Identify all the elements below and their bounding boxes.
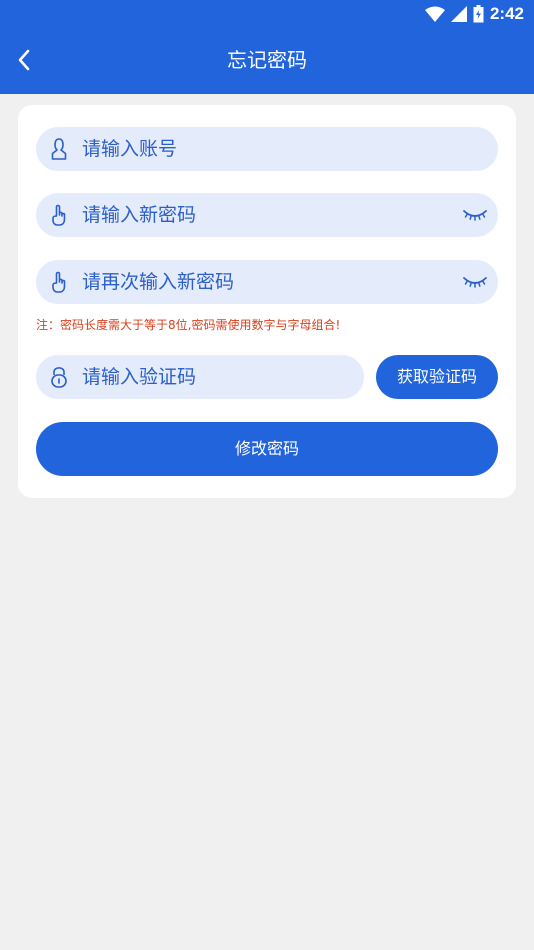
eye-closed-icon[interactable]	[462, 274, 488, 290]
form-card: 注：密码长度需大于等于8位,密码需使用数字与字母组合! 获取验证码 修改密码	[18, 105, 516, 498]
status-icons: 2:42	[424, 3, 524, 25]
signal-icon	[450, 6, 467, 22]
user-icon	[50, 137, 68, 161]
app-header: 2:42 忘记密码	[0, 0, 534, 94]
status-time: 2:42	[489, 4, 524, 23]
verification-code-input[interactable]	[82, 355, 348, 399]
change-password-button[interactable]: 修改密码	[36, 422, 498, 476]
account-field[interactable]	[36, 127, 498, 171]
new-password-input[interactable]	[82, 193, 448, 237]
password-hint: 注：密码长度需大于等于8位,密码需使用数字与字母组合!	[36, 318, 341, 332]
eye-closed-icon[interactable]	[462, 207, 488, 223]
confirm-password-input[interactable]	[82, 260, 448, 304]
battery-icon	[473, 5, 484, 23]
finger-icon	[50, 270, 68, 294]
lock-icon	[50, 365, 68, 389]
verification-code-field[interactable]	[36, 355, 364, 399]
finger-icon	[50, 203, 68, 227]
wifi-icon	[424, 6, 445, 22]
account-input[interactable]	[82, 127, 448, 171]
new-password-field[interactable]	[36, 193, 498, 237]
get-code-button[interactable]: 获取验证码	[376, 355, 498, 399]
confirm-password-field[interactable]	[36, 260, 498, 304]
page-title: 忘记密码	[227, 48, 307, 72]
status-bar: 2:42	[0, 0, 534, 28]
